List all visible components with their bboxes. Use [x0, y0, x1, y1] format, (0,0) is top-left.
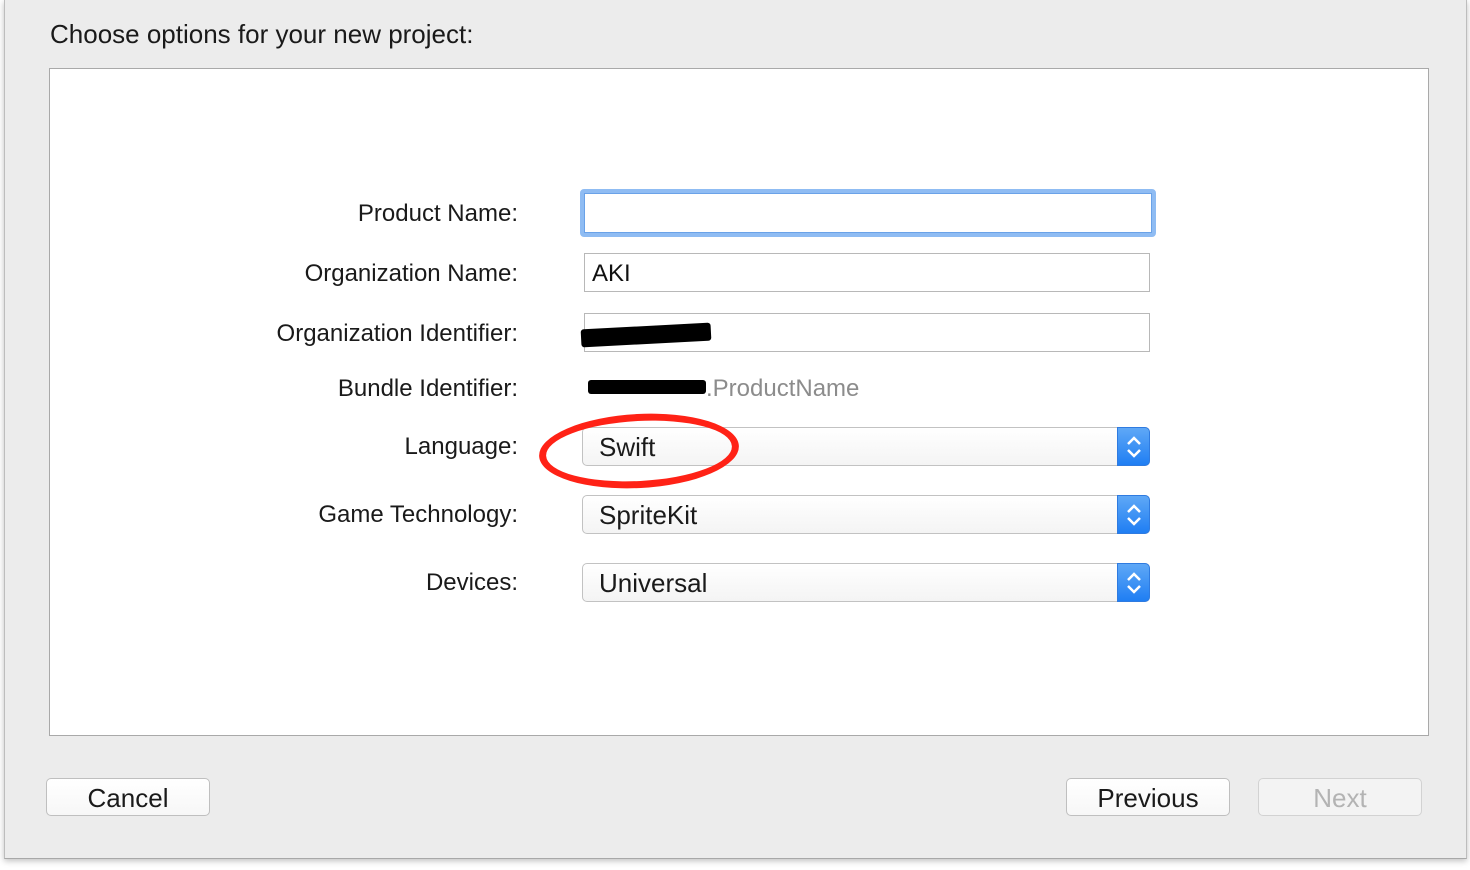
organization-name-field[interactable]: AKI: [584, 253, 1150, 292]
organization-identifier-field[interactable]: [580, 313, 1150, 352]
redaction-mark: [580, 322, 712, 348]
bundle-identifier-suffix: .ProductName: [706, 375, 860, 402]
next-button[interactable]: Next: [1258, 778, 1422, 816]
bundle-identifier-value: .ProductName: [588, 375, 859, 403]
organization-identifier-label: Organization Identifier:: [276, 320, 518, 347]
game-technology-value: SpriteKit: [599, 500, 698, 530]
updown-arrows-icon: [1117, 495, 1150, 534]
options-panel: Product Name: Organization Name: AKI Org…: [49, 68, 1429, 736]
sheet-title: Choose options for your new project:: [50, 19, 474, 49]
game-technology-popup[interactable]: SpriteKit: [582, 495, 1150, 534]
devices-popup[interactable]: Universal: [582, 563, 1150, 602]
annotation-circle: [537, 408, 741, 494]
devices-label: Devices:: [425, 569, 518, 596]
language-label: Language:: [404, 433, 518, 460]
updown-arrows-icon: [1117, 563, 1150, 602]
devices-value: Universal: [599, 568, 708, 598]
updown-arrows-icon: [1117, 427, 1150, 466]
bundle-identifier-label: Bundle Identifier:: [337, 375, 518, 402]
product-name-field[interactable]: [580, 189, 1156, 237]
new-project-sheet: Choose options for your new project: Pro…: [4, 0, 1467, 859]
product-name-label: Product Name:: [357, 200, 518, 227]
previous-button[interactable]: Previous: [1066, 778, 1230, 816]
cancel-button[interactable]: Cancel: [46, 778, 210, 816]
redaction-mark: [588, 379, 706, 394]
game-technology-label: Game Technology:: [318, 501, 518, 528]
organization-name-label: Organization Name:: [304, 260, 518, 287]
